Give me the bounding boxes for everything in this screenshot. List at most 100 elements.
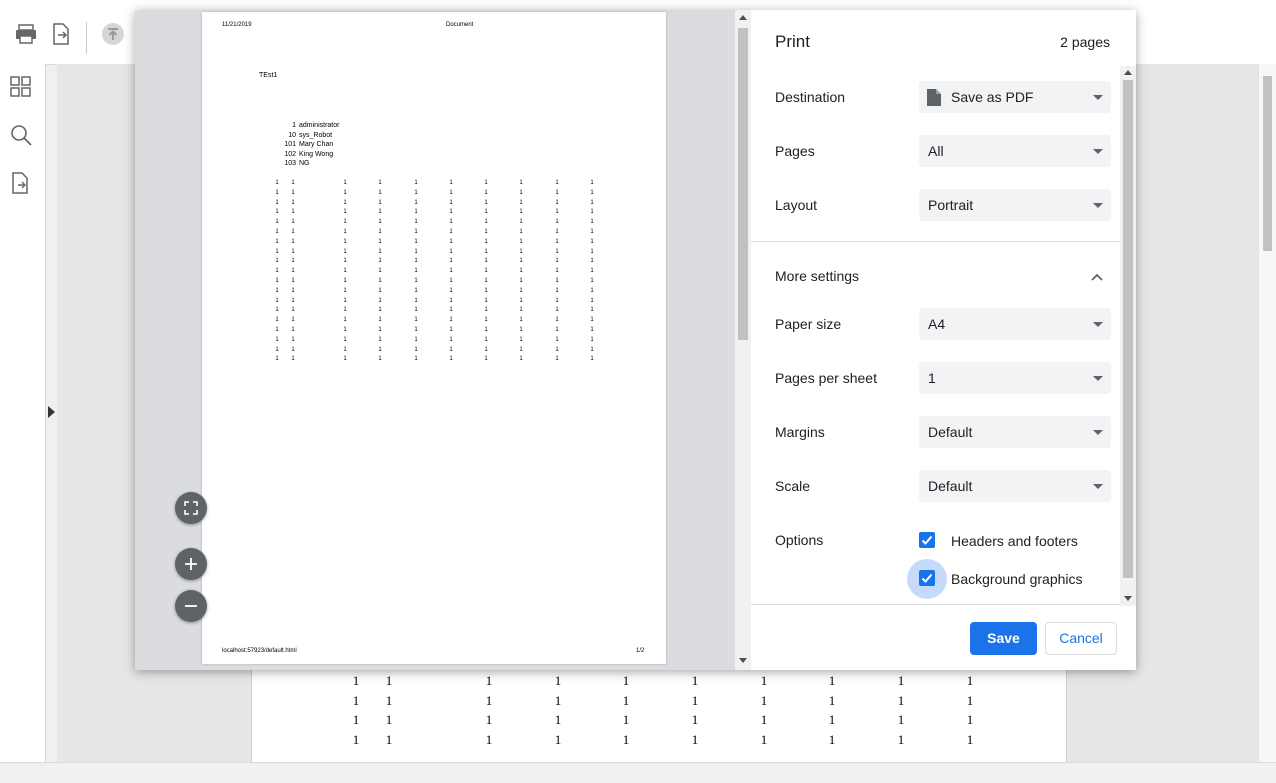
grid-cell: 1 [590, 307, 594, 314]
grid-cell: 1 [590, 238, 594, 245]
print-settings-panel: Print 2 pages Destination Save as PDF Pa… [751, 10, 1136, 670]
grid-cell: 1 [291, 248, 295, 255]
grid-cell: 1 [519, 268, 523, 275]
more-settings-toggle[interactable]: More settings [751, 242, 1120, 290]
pages-label: Pages [775, 143, 815, 159]
paper-size-select[interactable]: A4 [919, 308, 1111, 340]
grid-cell: 1 [484, 229, 488, 235]
thumbnails-icon[interactable] [9, 75, 33, 99]
upload-icon[interactable] [101, 22, 125, 46]
background-graphics-label[interactable]: Background graphics [951, 571, 1083, 587]
grid-cell: 1 [275, 248, 279, 255]
pages-per-sheet-select[interactable]: 1 [919, 362, 1111, 394]
zoom-in-button[interactable] [175, 548, 207, 580]
grid-cell: 1 [484, 258, 488, 265]
grid-cell: 1 [449, 307, 453, 314]
save-button[interactable]: Save [970, 622, 1037, 655]
grid-cell: 1 [275, 287, 279, 294]
grid-cell: 1 [291, 180, 295, 186]
grid-cell: 1 [414, 219, 418, 226]
export-icon[interactable] [49, 22, 73, 46]
grid-cell: 1 [275, 307, 279, 314]
grid-cell: 1 [449, 287, 453, 294]
grid-cell: 1 [343, 346, 347, 353]
layout-select[interactable]: Portrait [919, 189, 1111, 221]
background-graphics-checkbox[interactable] [919, 570, 935, 586]
grid-cell: 1 [555, 248, 559, 255]
grid-cell: 1 [555, 209, 559, 216]
background-table-cell: 1 [897, 692, 905, 708]
dropdown-arrow-icon [1093, 484, 1103, 489]
background-table-cell: 1 [385, 692, 393, 708]
grid-cell: 1 [449, 180, 453, 186]
document-icon[interactable] [9, 171, 33, 195]
print-icon[interactable] [14, 22, 38, 46]
grid-cell: 1 [590, 180, 594, 186]
grid-cell: 1 [291, 327, 295, 333]
destination-label: Destination [775, 89, 846, 105]
search-icon[interactable] [9, 123, 33, 147]
scale-value: Default [928, 478, 973, 494]
grid-cell: 1 [519, 278, 523, 284]
background-table-cell: 1 [760, 692, 768, 708]
grid-cell: 1 [291, 189, 295, 196]
background-table-row: 1 1 1 1 1 1 1 1 1 1 [252, 693, 1066, 709]
scroll-down-arrow-icon[interactable] [1124, 596, 1132, 601]
headers-footers-checkbox[interactable] [919, 532, 935, 548]
grid-cell: 1 [484, 180, 488, 186]
background-table-cell: 1 [828, 731, 836, 747]
grid-cell: 1 [449, 199, 453, 206]
background-table-cell: 1 [897, 731, 905, 747]
margins-select[interactable]: Default [919, 416, 1111, 448]
destination-select[interactable]: Save as PDF [919, 81, 1111, 113]
preview-scrollbar-thumb[interactable] [738, 28, 748, 340]
sidebar-expand-arrow-icon[interactable] [47, 405, 57, 419]
grid-cell: 1 [275, 258, 279, 265]
grid-cell: 1 [343, 268, 347, 275]
grid-cell: 1 [590, 317, 594, 324]
pages-select[interactable]: All [919, 135, 1111, 167]
grid-cell: 1 [291, 287, 295, 294]
fit-to-page-button[interactable] [175, 492, 207, 524]
user-name: Mary Chan [299, 141, 334, 149]
grid-cell: 1 [519, 297, 523, 304]
grid-cell: 1 [343, 317, 347, 324]
grid-cell: 1 [291, 209, 295, 216]
grid-cell: 1 [275, 297, 279, 304]
document-scrollbar[interactable] [1258, 64, 1276, 762]
background-table-cell: 1 [352, 731, 360, 747]
grid-cell: 1 [449, 238, 453, 245]
scroll-down-arrow-icon[interactable] [739, 658, 747, 663]
grid-cell: 1 [590, 189, 594, 196]
background-table-cell: 1 [966, 712, 974, 727]
grid-cell: 1 [414, 248, 418, 255]
grid-cell: 1 [291, 238, 295, 245]
cancel-button[interactable]: Cancel [1045, 622, 1117, 655]
scroll-up-arrow-icon[interactable] [739, 15, 747, 20]
document-scrollbar-thumb[interactable] [1263, 76, 1272, 251]
background-table-cell: 1 [897, 712, 905, 727]
scroll-up-arrow-icon[interactable] [1124, 70, 1132, 75]
grid-cell: 1 [378, 287, 382, 294]
settings-scrollbar[interactable] [1120, 66, 1136, 606]
grid-cell: 1 [378, 229, 382, 235]
settings-scrollbar-thumb[interactable] [1123, 80, 1133, 578]
grid-cell: 1 [275, 278, 279, 284]
grid-cell: 1 [519, 346, 523, 353]
background-table-cell: 1 [828, 673, 836, 688]
zoom-out-button[interactable] [175, 590, 207, 622]
grid-cell: 1 [484, 307, 488, 314]
grid-cell: 1 [343, 189, 347, 196]
background-table-cell: 1 [554, 712, 562, 727]
grid-cell: 1 [555, 238, 559, 245]
grid-cell: 1 [484, 336, 488, 343]
headers-footers-label[interactable]: Headers and footers [951, 533, 1078, 549]
status-bar [0, 762, 1276, 783]
grid-cell: 1 [519, 356, 523, 363]
grid-cell: 1 [484, 238, 488, 245]
grid-cell: 1 [378, 209, 382, 216]
preview-scrollbar[interactable] [735, 10, 751, 670]
grid-cell: 1 [291, 229, 295, 235]
background-table-row: 1 1 1 1 1 1 1 1 1 1 [252, 673, 1066, 689]
scale-select[interactable]: Default [919, 470, 1111, 502]
